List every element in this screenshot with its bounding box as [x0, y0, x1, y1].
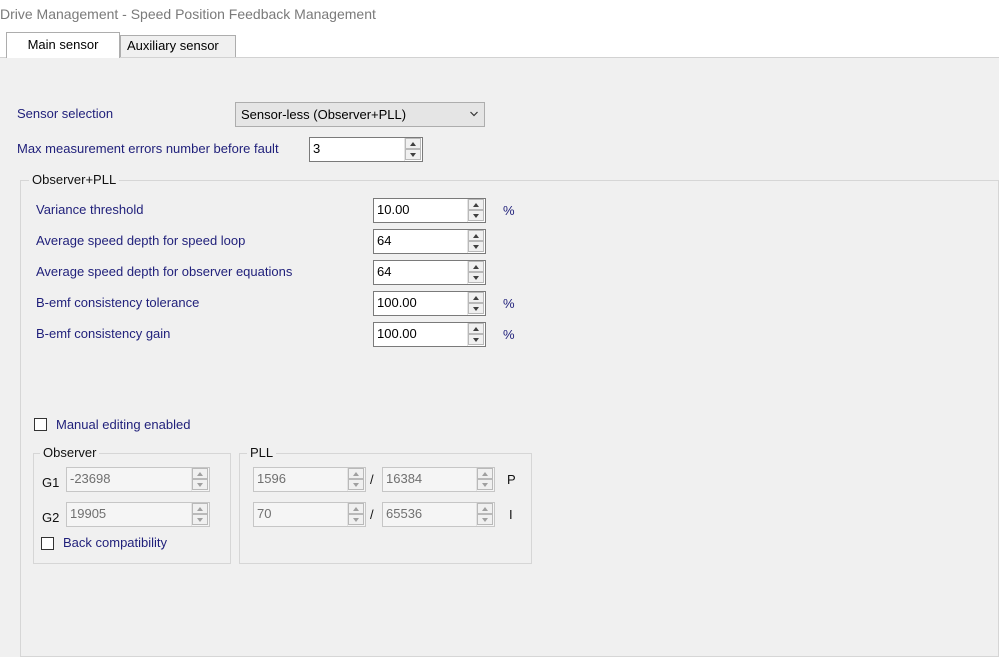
spin-up-icon[interactable] [468, 292, 484, 303]
bemf-gain-unit: % [503, 327, 515, 342]
spin-down-icon[interactable] [477, 479, 493, 490]
tab-auxiliary-sensor[interactable]: Auxiliary sensor [120, 35, 236, 57]
spin-up-icon[interactable] [468, 261, 484, 272]
pll-i-label: I [509, 507, 513, 522]
pll-group-title: PLL [247, 445, 277, 460]
avg-speed-depth-loop-label: Average speed depth for speed loop [36, 233, 246, 248]
manual-editing-label: Manual editing enabled [56, 417, 191, 432]
bemf-gain-label: B-emf consistency gain [36, 326, 171, 341]
variance-threshold-value: 10.00 [377, 202, 410, 217]
spin-down-icon[interactable] [468, 334, 484, 345]
spin-up-icon[interactable] [468, 230, 484, 241]
max-errors-label: Max measurement errors number before fau… [17, 141, 279, 156]
spin-down-icon[interactable] [477, 514, 493, 525]
pll-p-separator: / [370, 472, 374, 487]
sensor-selection-dropdown[interactable]: Sensor-less (Observer+PLL) [235, 102, 485, 127]
g1-stepper[interactable]: -23698 [66, 467, 210, 492]
spin-up-icon[interactable] [477, 468, 493, 479]
avg-speed-depth-observer-value: 64 [377, 264, 392, 279]
max-errors-value: 3 [313, 141, 321, 156]
spin-up-icon[interactable] [477, 503, 493, 514]
spin-up-icon[interactable] [348, 503, 364, 514]
variance-threshold-stepper[interactable]: 10.00 [373, 198, 486, 223]
pll-i-numerator-stepper[interactable]: 70 [253, 502, 366, 527]
spin-up-icon[interactable] [405, 138, 421, 149]
pll-p-label: P [507, 472, 516, 487]
pll-p-denominator-stepper[interactable]: 16384 [382, 467, 495, 492]
pll-p-numerator-value: 1596 [257, 471, 286, 486]
bemf-tolerance-label: B-emf consistency tolerance [36, 295, 200, 310]
title-bar: Drive Management - Speed Position Feedba… [0, 0, 999, 30]
pll-i-numerator-value: 70 [257, 506, 272, 521]
variance-threshold-label: Variance threshold [36, 202, 144, 217]
spin-down-icon[interactable] [405, 149, 421, 160]
pll-i-denominator-stepper[interactable]: 65536 [382, 502, 495, 527]
spin-down-icon[interactable] [348, 514, 364, 525]
observer-pll-group-title: Observer+PLL [29, 172, 120, 187]
variance-threshold-unit: % [503, 203, 515, 218]
spin-down-icon[interactable] [468, 241, 484, 252]
g2-value: 19905 [70, 506, 107, 521]
avg-speed-depth-observer-stepper[interactable]: 64 [373, 260, 486, 285]
sensor-selection-value: Sensor-less (Observer+PLL) [241, 107, 407, 122]
avg-speed-depth-observer-label: Average speed depth for observer equatio… [36, 264, 293, 279]
bemf-tolerance-stepper[interactable]: 100.00 [373, 291, 486, 316]
back-compatibility-label: Back compatibility [63, 535, 168, 550]
spin-up-icon[interactable] [192, 468, 208, 479]
back-compatibility-checkbox[interactable] [41, 537, 54, 550]
chevron-down-icon [470, 111, 478, 117]
spin-down-icon[interactable] [468, 303, 484, 314]
spin-down-icon[interactable] [192, 514, 208, 525]
sensor-selection-label: Sensor selection [17, 106, 114, 121]
spin-down-icon[interactable] [468, 210, 484, 221]
g1-value: -23698 [70, 471, 111, 486]
manual-editing-checkbox[interactable] [34, 418, 47, 431]
spin-up-icon[interactable] [468, 323, 484, 334]
avg-speed-depth-loop-stepper[interactable]: 64 [373, 229, 486, 254]
bemf-gain-stepper[interactable]: 100.00 [373, 322, 486, 347]
observer-group-title: Observer [40, 445, 100, 460]
bemf-tolerance-value: 100.00 [377, 295, 417, 310]
avg-speed-depth-loop-value: 64 [377, 233, 392, 248]
pll-i-separator: / [370, 507, 374, 522]
bemf-gain-value: 100.00 [377, 326, 417, 341]
pll-i-denominator-value: 65536 [386, 506, 423, 521]
g2-stepper[interactable]: 19905 [66, 502, 210, 527]
max-errors-stepper[interactable]: 3 [309, 137, 423, 162]
pll-p-numerator-stepper[interactable]: 1596 [253, 467, 366, 492]
pll-p-denominator-value: 16384 [386, 471, 423, 486]
bemf-tolerance-unit: % [503, 296, 515, 311]
window-title: Drive Management - Speed Position Feedba… [0, 6, 376, 22]
spin-up-icon[interactable] [348, 468, 364, 479]
spin-down-icon[interactable] [192, 479, 208, 490]
g2-label: G2 [42, 510, 60, 525]
g1-label: G1 [42, 475, 60, 490]
spin-down-icon[interactable] [348, 479, 364, 490]
spin-up-icon[interactable] [192, 503, 208, 514]
tab-main-sensor[interactable]: Main sensor [6, 32, 120, 58]
spin-up-icon[interactable] [468, 199, 484, 210]
spin-down-icon[interactable] [468, 272, 484, 283]
